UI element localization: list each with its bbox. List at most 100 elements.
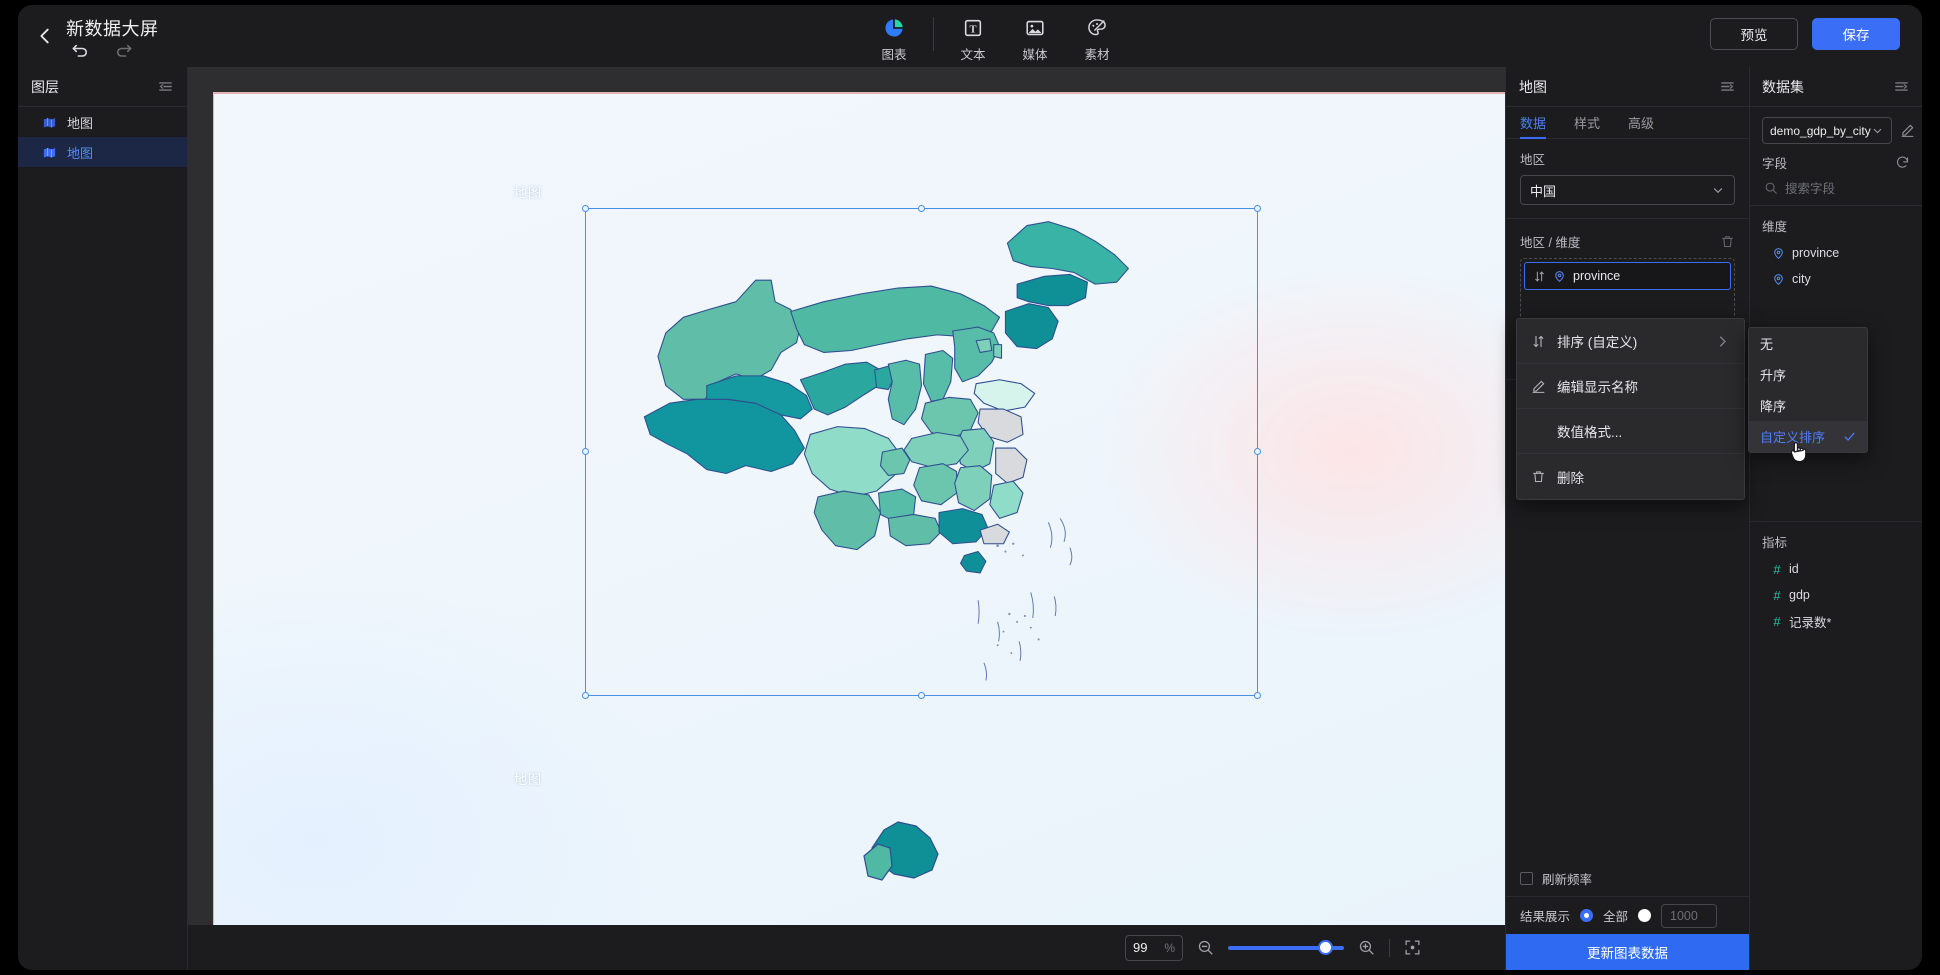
tool-chart[interactable]: 图表	[863, 11, 925, 63]
tool-media[interactable]: 媒体	[1004, 11, 1066, 63]
context-menu-item-delete[interactable]: 删除	[1517, 454, 1744, 499]
dataset-field-gdp[interactable]: # gdp	[1750, 582, 1922, 608]
dataset-field-id[interactable]: # id	[1750, 556, 1922, 582]
chevron-right-icon	[1715, 334, 1730, 349]
fit-to-screen-icon[interactable]	[1404, 939, 1421, 956]
map-chart-secondary[interactable]	[854, 804, 974, 925]
resize-handle-middle-left[interactable]	[582, 448, 589, 455]
region-label: 地区	[1520, 153, 1546, 167]
tab-advanced[interactable]: 高级	[1628, 107, 1654, 139]
field-context-menu: 排序 (自定义) 编辑显示名称 数值格式... 删除	[1516, 318, 1745, 500]
result-radio-limit[interactable]	[1638, 909, 1652, 922]
dataset-field-label: gdp	[1789, 588, 1810, 602]
preview-button[interactable]: 预览	[1710, 18, 1798, 50]
resize-handle-top-center[interactable]	[917, 205, 925, 212]
undo-icon[interactable]	[70, 41, 90, 61]
collapse-panel-icon[interactable]	[1719, 78, 1736, 95]
tab-data[interactable]: 数据	[1520, 107, 1547, 139]
dataset-field-city[interactable]: city	[1750, 266, 1922, 292]
zoom-out-icon[interactable]	[1197, 939, 1214, 956]
panel-divider	[1506, 218, 1749, 219]
update-chart-data-button[interactable]: 更新图表数据	[1506, 934, 1749, 970]
tool-chart-label: 图表	[881, 48, 907, 62]
tool-material-label: 素材	[1084, 48, 1110, 62]
chevron-down-icon	[1713, 188, 1723, 194]
sort-icon	[1531, 334, 1546, 349]
context-menu-item-rename[interactable]: 编辑显示名称	[1517, 364, 1744, 409]
collapse-panel-icon[interactable]	[1893, 78, 1910, 95]
collapse-panel-icon[interactable]	[157, 78, 174, 95]
hash-icon: #	[1773, 561, 1781, 577]
search-icon	[1764, 181, 1778, 195]
canvas-viewport[interactable]: 地图 地图	[188, 67, 1505, 925]
document-title: 新数据大屏	[66, 19, 159, 39]
sort-option-ascending[interactable]: 升序	[1749, 359, 1867, 390]
china-choropleth-partial	[863, 821, 939, 881]
zoom-in-icon[interactable]	[1358, 939, 1375, 956]
location-pin-icon	[1772, 247, 1785, 260]
refresh-icon[interactable]	[1895, 155, 1910, 170]
chevron-down-icon	[1873, 128, 1882, 134]
context-menu-item-sort[interactable]: 排序 (自定义)	[1517, 319, 1744, 364]
dataset-field-record-count[interactable]: # 记录数*	[1750, 608, 1922, 634]
dimensions-group-label: 维度	[1762, 220, 1788, 234]
dataset-field-label: id	[1789, 562, 1799, 576]
zoom-slider-handle[interactable]	[1318, 939, 1333, 955]
map-panel-title: 地图	[1519, 78, 1547, 95]
region-select-value: 中国	[1530, 183, 1557, 199]
zoom-divider	[1389, 938, 1390, 957]
sort-option-label: 无	[1760, 337, 1774, 352]
map-widget-label-2: 地图	[514, 772, 543, 787]
map-widget-label-1: 地图	[514, 185, 543, 200]
layer-item-map-1[interactable]: 地图	[18, 107, 187, 137]
result-radio-all-label: 全部	[1603, 910, 1629, 924]
resize-handle-bottom-center[interactable]	[917, 692, 925, 699]
layer-item-map-2[interactable]: 地图	[18, 137, 187, 167]
sort-option-none[interactable]: 无	[1749, 328, 1867, 359]
zoom-slider[interactable]	[1228, 939, 1344, 955]
fields-label: 字段	[1762, 157, 1788, 171]
dimension-label: 地区 / 维度	[1520, 236, 1581, 250]
resize-handle-middle-right[interactable]	[1254, 448, 1261, 455]
edit-dataset-icon[interactable]	[1900, 123, 1915, 138]
refresh-frequency-checkbox[interactable]	[1520, 871, 1533, 885]
map-settings-panel: 地图 数据 样式 高级 地区 中国 地区 / 维度 province 刷新频率 …	[1505, 67, 1750, 970]
result-radio-all[interactable]	[1580, 909, 1594, 922]
dashboard-page[interactable]: 地图 地图	[213, 92, 1505, 925]
layers-header: 图层	[18, 67, 187, 107]
tool-text[interactable]: T 文本	[942, 11, 1004, 63]
region-select[interactable]: 中国	[1520, 175, 1735, 205]
map-layer-icon	[42, 145, 57, 160]
save-button[interactable]: 保存	[1812, 18, 1900, 50]
dimension-chip-label: province	[1573, 269, 1621, 283]
trash-icon[interactable]	[1720, 234, 1735, 249]
dataset-panel-title: 数据集	[1762, 78, 1804, 95]
sort-icon[interactable]	[1533, 270, 1546, 283]
search-fields-input[interactable]: 搜索字段	[1750, 174, 1922, 206]
resize-handle-bottom-right[interactable]	[1254, 692, 1261, 699]
insert-toolbar: 图表 T 文本 媒体 素材	[863, 11, 1128, 63]
context-menu-item-number-format[interactable]: 数值格式...	[1517, 409, 1744, 454]
layer-item-label: 地图	[67, 145, 94, 161]
zoom-input[interactable]: 99 %	[1125, 934, 1183, 961]
context-menu-item-label: 排序 (自定义)	[1557, 335, 1638, 350]
dimension-chip-province[interactable]: province	[1524, 262, 1731, 290]
selection-box[interactable]	[582, 205, 1261, 699]
back-button[interactable]	[34, 25, 56, 47]
resize-handle-top-right[interactable]	[1254, 205, 1261, 212]
sort-option-descending[interactable]: 降序	[1749, 390, 1867, 421]
map-layer-icon	[42, 115, 57, 130]
sort-option-custom[interactable]: 自定义排序	[1749, 421, 1867, 452]
resize-handle-bottom-left[interactable]	[582, 692, 589, 699]
redo-icon[interactable]	[114, 41, 134, 61]
search-fields-placeholder: 搜索字段	[1785, 182, 1836, 196]
tool-material[interactable]: 素材	[1066, 11, 1128, 63]
result-limit-input[interactable]: 1000	[1661, 903, 1718, 928]
pie-chart-icon	[885, 19, 903, 37]
dataset-select[interactable]: demo_gdp_by_city	[1762, 117, 1892, 144]
tab-style[interactable]: 样式	[1574, 107, 1600, 139]
trash-icon	[1531, 469, 1546, 484]
dataset-field-province[interactable]: province	[1750, 240, 1922, 266]
text-box-icon: T	[964, 19, 982, 37]
resize-handle-top-left[interactable]	[582, 205, 589, 212]
